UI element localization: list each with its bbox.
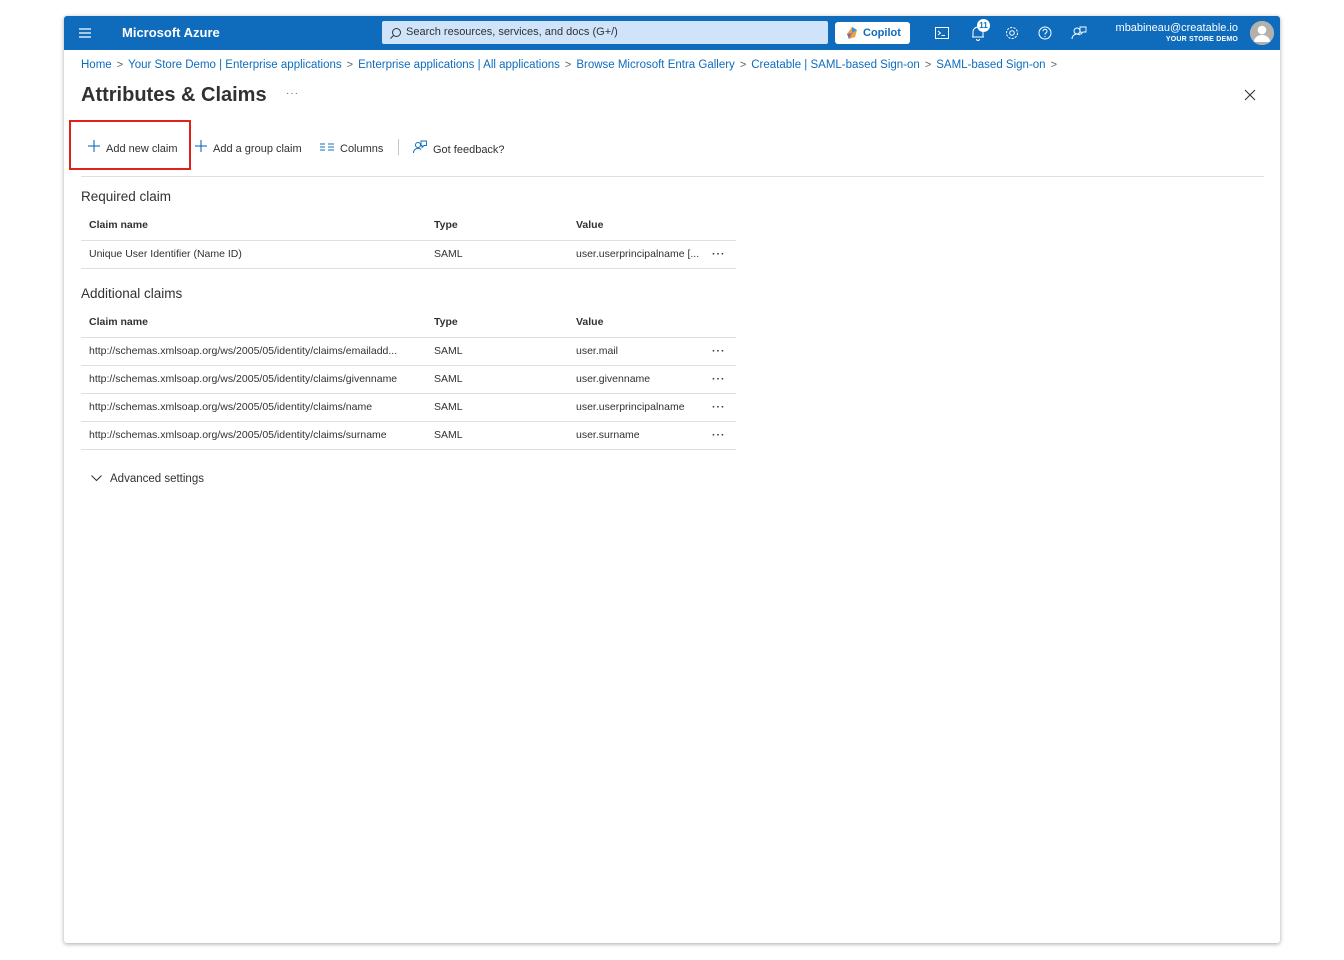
search-input[interactable]: Search resources, services, and docs (G+… (382, 21, 828, 44)
chevron-right-icon: > (564, 59, 572, 71)
chevron-right-icon: > (739, 59, 747, 71)
type-cell: SAML (434, 373, 463, 385)
breadcrumb-creatable-sso[interactable]: Creatable | SAML-based Sign-on (751, 59, 920, 71)
claim-name-header[interactable]: Claim name (89, 309, 429, 336)
additional-claims-table: Claim name Type Value http://schemas.xml… (81, 309, 736, 450)
row-more-icon[interactable]: ··· (712, 422, 732, 449)
columns-label: Columns (340, 143, 384, 155)
notification-count-badge: 11 (977, 19, 990, 32)
plus-icon (195, 140, 207, 158)
table-row[interactable]: http://schemas.xmlsoap.org/ws/2005/05/id… (81, 338, 736, 366)
copilot-icon (845, 26, 859, 40)
table-header: Claim name Type Value (81, 212, 736, 241)
command-bar: Add new claim Add a group claim Columns … (81, 137, 1264, 177)
table-header: Claim name Type Value (81, 309, 736, 338)
columns-icon (320, 140, 334, 158)
type-header[interactable]: Type (434, 212, 554, 239)
chevron-down-icon (91, 473, 102, 485)
account-email[interactable]: mbabineau@creatable.io (1116, 22, 1238, 34)
type-header[interactable]: Type (434, 309, 554, 336)
copilot-button[interactable]: Copilot (835, 22, 910, 44)
type-cell: SAML (434, 429, 463, 441)
toolbar-divider (398, 139, 399, 155)
row-more-icon[interactable]: ··· (712, 338, 732, 365)
value-cell: user.userprincipalname (576, 401, 685, 413)
page-title: Attributes & Claims (81, 84, 267, 106)
account-tenant[interactable]: YOUR STORE DEMO (1166, 36, 1238, 43)
breadcrumb-gallery[interactable]: Browse Microsoft Entra Gallery (576, 59, 735, 71)
table-row[interactable]: Unique User Identifier (Name ID) SAML us… (81, 241, 736, 269)
breadcrumb: Home > Your Store Demo | Enterprise applic… (81, 59, 1062, 71)
row-more-icon[interactable]: ··· (712, 394, 732, 421)
top-bar: Microsoft Azure Search resources, servic… (64, 16, 1280, 50)
value-cell: user.givenname (576, 373, 651, 385)
feedback-button[interactable]: Got feedback? (412, 140, 505, 160)
value-cell: user.surname (576, 429, 640, 441)
copilot-label: Copilot (863, 27, 901, 39)
claim-name-cell: http://schemas.xmlsoap.org/ws/2005/05/id… (89, 429, 387, 441)
feedback-icon[interactable] (1070, 24, 1088, 42)
type-cell: SAML (434, 401, 463, 413)
breadcrumb-your-store-demo[interactable]: Your Store Demo | Enterprise application… (128, 59, 342, 71)
required-claims-table: Claim name Type Value Unique User Identi… (81, 212, 736, 269)
value-cell: user.userprincipalname [... (576, 248, 700, 260)
chevron-right-icon: > (346, 59, 354, 71)
columns-button[interactable]: Columns (320, 140, 383, 158)
chevron-right-icon: > (924, 59, 932, 71)
type-cell: SAML (434, 248, 463, 260)
value-header[interactable]: Value (576, 212, 708, 239)
add-group-claim-label: Add a group claim (213, 143, 302, 155)
chevron-right-icon: > (1050, 59, 1057, 71)
portal-brand[interactable]: Microsoft Azure (122, 25, 220, 40)
menu-icon[interactable] (76, 23, 96, 43)
avatar[interactable] (1250, 21, 1274, 45)
feedback-label: Got feedback? (433, 143, 505, 156)
search-placeholder: Search resources, services, and docs (G+… (406, 26, 618, 38)
portal-window: Microsoft Azure Search resources, servic… (64, 16, 1280, 943)
claim-name-cell: Unique User Identifier (Name ID) (89, 248, 242, 260)
add-group-claim-button[interactable]: Add a group claim (195, 140, 302, 158)
settings-icon[interactable] (1003, 24, 1021, 42)
claim-name-cell: http://schemas.xmlsoap.org/ws/2005/05/id… (89, 401, 373, 413)
more-options-icon[interactable]: ··· (286, 88, 299, 99)
type-cell: SAML (434, 345, 463, 357)
feedback-icon (412, 140, 427, 160)
table-row[interactable]: http://schemas.xmlsoap.org/ws/2005/05/id… (81, 394, 736, 422)
chevron-right-icon: > (116, 59, 124, 71)
value-header[interactable]: Value (576, 309, 708, 336)
breadcrumb-home[interactable]: Home (81, 59, 112, 71)
search-icon (389, 26, 402, 39)
table-row[interactable]: http://schemas.xmlsoap.org/ws/2005/05/id… (81, 366, 736, 394)
required-claim-heading: Required claim (81, 189, 172, 204)
row-more-icon[interactable]: ··· (712, 241, 732, 268)
breadcrumb-saml-sign-on[interactable]: SAML-based Sign-on (936, 59, 1045, 71)
close-icon[interactable] (1242, 87, 1258, 103)
table-row[interactable]: http://schemas.xmlsoap.org/ws/2005/05/id… (81, 422, 736, 450)
help-icon[interactable] (1036, 24, 1054, 42)
value-cell: user.mail (576, 345, 619, 357)
breadcrumb-all-applications[interactable]: Enterprise applications | All applicatio… (358, 59, 560, 71)
advanced-settings-toggle[interactable]: Advanced settings (91, 473, 204, 485)
additional-claims-heading: Additional claims (81, 286, 183, 301)
add-new-claim-highlight (69, 120, 191, 170)
claim-name-header[interactable]: Claim name (89, 212, 429, 239)
claim-name-cell: http://schemas.xmlsoap.org/ws/2005/05/id… (89, 345, 398, 357)
row-more-icon[interactable]: ··· (712, 366, 732, 393)
cloud-shell-icon[interactable] (933, 24, 951, 42)
advanced-settings-label: Advanced settings (110, 473, 204, 486)
claim-name-cell: http://schemas.xmlsoap.org/ws/2005/05/id… (89, 373, 398, 385)
